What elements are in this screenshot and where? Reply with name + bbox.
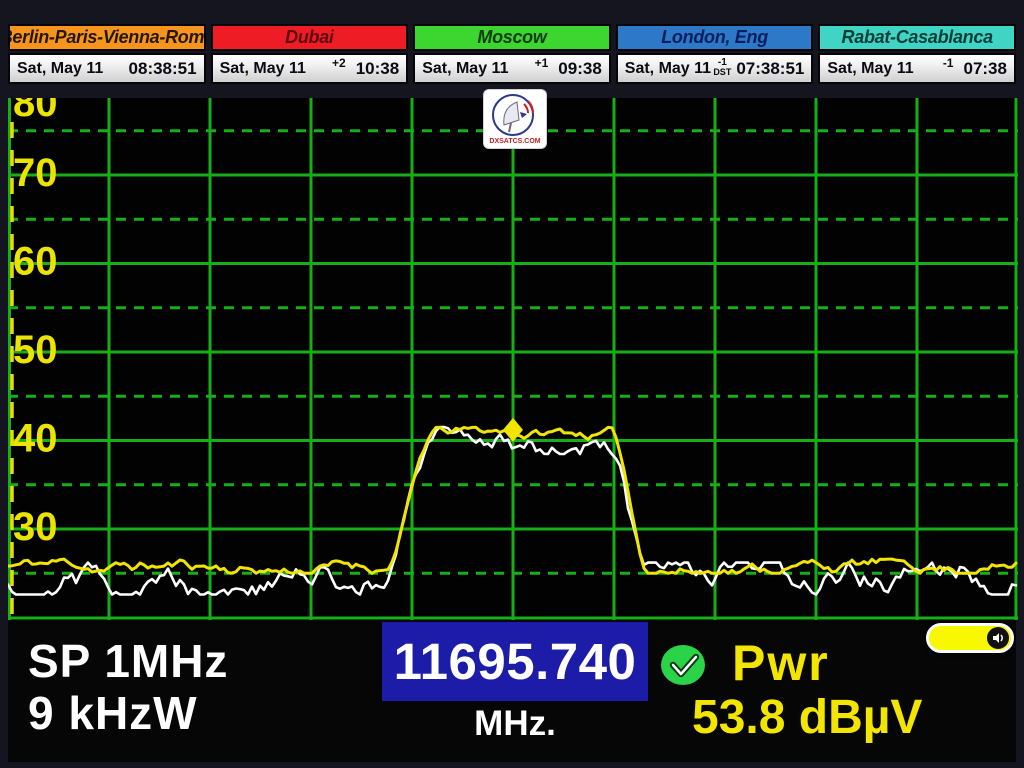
clock-column: London, Eng Sat, May 11-1DST 07:38:51 [616, 24, 814, 84]
clock-column: Rabat-Casablanca Sat, May 11 -1 07:38 [818, 24, 1016, 84]
clock-city-label: Dubai [211, 24, 409, 51]
bandwidth-label: 9 kHzW [28, 686, 198, 740]
y-axis-tick-label: 80 [13, 98, 58, 125]
clock-time: 07:38:51 [736, 59, 804, 79]
clock-date: Sat, May 11 [625, 60, 711, 78]
clock-city-label: Rabat-Casablanca [818, 24, 1016, 51]
clock-time: 09:38 [558, 59, 601, 79]
signal-meter-screen: Berlin-Paris-Vienna-Roma Sat, May 11 08:38… [0, 0, 1024, 768]
clock-city-label: Moscow [413, 24, 611, 51]
dst-offset: -1DST [713, 58, 731, 77]
clock-time-cell: Sat, May 11 -1 07:38 [818, 53, 1016, 84]
clock-time: 08:38:51 [129, 59, 197, 79]
speaker-icon [987, 627, 1009, 649]
clock-time: 10:38 [356, 59, 399, 79]
power-number: 53.8 [692, 691, 785, 744]
clock-time: 07:38 [963, 59, 1006, 79]
satellite-dish-icon: DXSATCS.COM [486, 92, 544, 146]
power-unit: dBµV [799, 691, 923, 744]
clock-time-cell: Sat, May 11 +1 09:38 [413, 53, 611, 84]
span-label: SP 1MHz [28, 634, 228, 688]
clock-date: Sat, May 11 [17, 60, 103, 78]
grid [8, 98, 1018, 620]
y-axis-tick-label: 40 [13, 417, 58, 461]
y-axis-tick-label: 30 [13, 505, 58, 549]
clock-time-cell: Sat, May 11-1DST 07:38:51 [616, 53, 814, 84]
spectrum-plot: 80 70 60 50 40 30 [8, 98, 1018, 620]
y-axis-tick-label: 70 [13, 151, 58, 195]
y-axis-tick-label: 50 [13, 328, 58, 372]
bottom-readout-panel: SP 1MHz 9 kHzW 11695.740 MHz. Pwr 53.8 d… [8, 620, 1016, 762]
clock-column: Moscow Sat, May 11 +1 09:38 [413, 24, 611, 84]
dxsatcs-logo: DXSATCS.COM [484, 90, 546, 148]
clock-column: Berlin-Paris-Vienna-Roma Sat, May 11 08:38… [8, 24, 206, 84]
spectrum-svg: 80 70 60 50 40 30 [8, 98, 1018, 620]
utc-offset: -1 [943, 56, 954, 70]
power-value: 53.8 dBµV [692, 690, 922, 745]
utc-offset: +2 [332, 56, 346, 70]
frequency-display[interactable]: 11695.740 [382, 622, 648, 701]
clock-time-cell: Sat, May 11 +2 10:38 [211, 53, 409, 84]
utc-offset: +1 [535, 56, 549, 70]
logo-caption: DXSATCS.COM [489, 138, 540, 145]
clock-column: Dubai Sat, May 11 +2 10:38 [211, 24, 409, 84]
clock-date: Sat, May 11 [220, 60, 306, 78]
audio-toggle[interactable] [926, 623, 1014, 653]
frequency-unit-label: MHz. [382, 704, 648, 744]
frequency-value: 11695.740 [394, 632, 637, 691]
power-label: Pwr [732, 634, 830, 692]
clock-date: Sat, May 11 [827, 60, 913, 78]
lock-ok-icon [660, 643, 708, 687]
y-axis-tick-label: 60 [13, 240, 58, 284]
clock-time-cell: Sat, May 11 08:38:51 [8, 53, 206, 84]
clock-date: Sat, May 11 [422, 60, 508, 78]
marker-diamond [503, 418, 523, 442]
clock-city-label: London, Eng [616, 24, 814, 51]
world-clock-header: Berlin-Paris-Vienna-Roma Sat, May 11 08:38… [8, 24, 1016, 84]
clock-city-label: Berlin-Paris-Vienna-Roma [8, 24, 206, 51]
